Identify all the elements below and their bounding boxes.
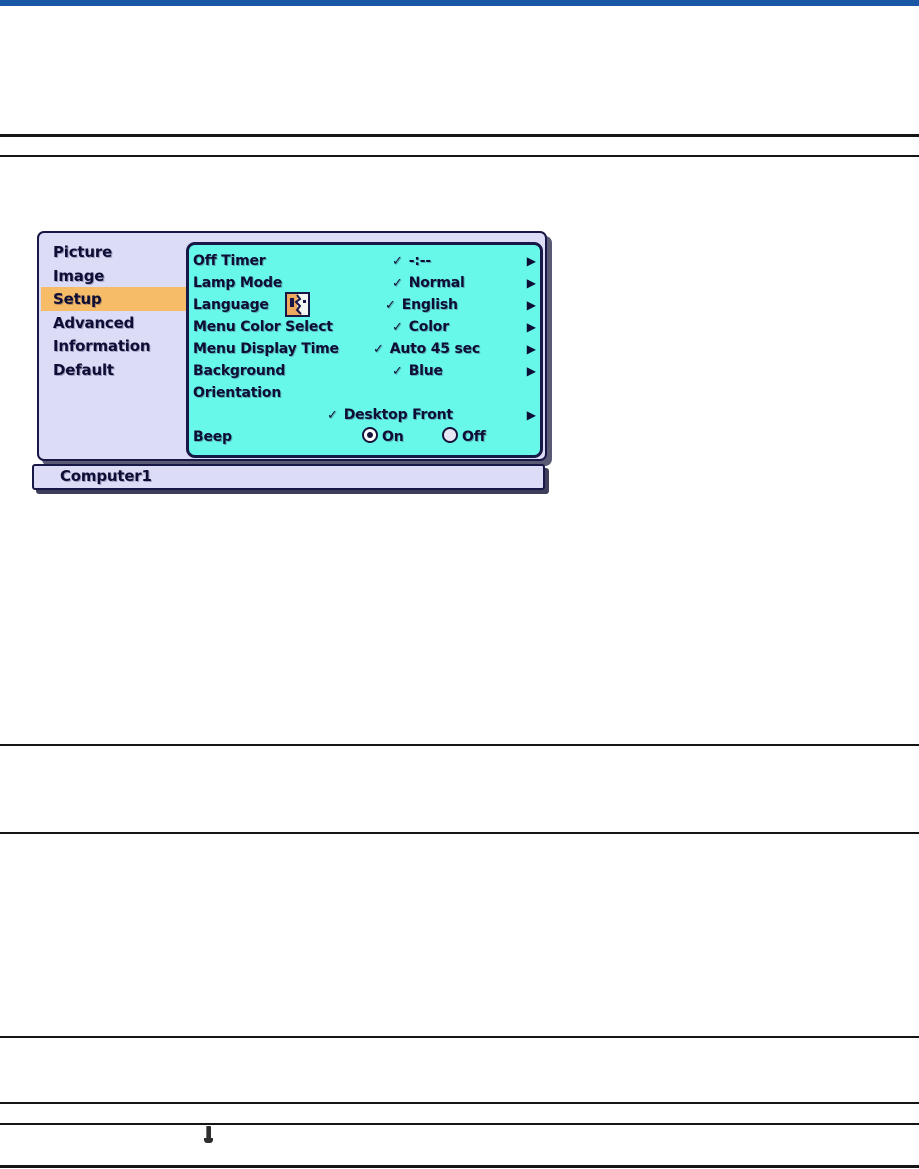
orientation-value: ✓ Desktop Front bbox=[327, 405, 453, 426]
horizontal-rule bbox=[0, 1123, 919, 1125]
menu-color-select-label: Menu Color Select bbox=[193, 319, 333, 335]
background-label: Background bbox=[193, 363, 286, 379]
chevron-right-icon: ▶ bbox=[526, 320, 536, 334]
chevron-right-icon: ▶ bbox=[526, 408, 536, 422]
beep-label: Beep bbox=[193, 429, 232, 445]
radio-on-icon bbox=[362, 427, 378, 443]
chevron-right-icon: ▶ bbox=[526, 364, 536, 378]
menu-row-orientation-value[interactable]: ✓ Desktop Front ▶ bbox=[189, 405, 540, 425]
page-top-accent-bar bbox=[0, 0, 919, 6]
sidebar-item-picture[interactable]: Picture bbox=[41, 240, 187, 264]
background-value: ✓ Blue bbox=[392, 361, 443, 382]
language-label: Language bbox=[193, 297, 269, 313]
osd-menu-window: Picture Image Setup Advanced Information… bbox=[37, 231, 547, 461]
pin-base bbox=[204, 1138, 213, 1143]
lamp-mode-label: Lamp Mode bbox=[193, 275, 283, 291]
check-icon: ✓ bbox=[327, 408, 338, 423]
sidebar-item-information[interactable]: Information bbox=[41, 334, 187, 358]
horizontal-rule bbox=[0, 832, 919, 834]
sidebar-item-advanced[interactable]: Advanced bbox=[41, 311, 187, 335]
check-icon: ✓ bbox=[392, 276, 403, 291]
menu-row-orientation[interactable]: Orientation bbox=[189, 383, 540, 403]
beep-on-radio[interactable]: On bbox=[362, 427, 404, 447]
sidebar-item-default[interactable]: Default bbox=[41, 358, 187, 382]
menu-row-off-timer[interactable]: Off Timer ✓ -:-- ▶ bbox=[189, 251, 540, 271]
menu-row-menu-display-time[interactable]: Menu Display Time ✓ Auto 45 sec ▶ bbox=[189, 339, 540, 359]
menu-row-lamp-mode[interactable]: Lamp Mode ✓ Normal ▶ bbox=[189, 273, 540, 293]
settings-panel: Off Timer ✓ -:-- ▶ Lamp Mode ✓ Normal ▶ La… bbox=[186, 242, 543, 458]
menu-display-time-label: Menu Display Time bbox=[193, 341, 339, 357]
check-icon: ✓ bbox=[392, 364, 403, 379]
manual-page: Picture Image Setup Advanced Information… bbox=[0, 0, 919, 1169]
chevron-right-icon: ▶ bbox=[526, 298, 536, 312]
lamp-mode-value: ✓ Normal bbox=[392, 273, 465, 294]
horizontal-rule bbox=[0, 134, 919, 137]
language-value: ✓ English bbox=[385, 295, 458, 316]
pin-icon bbox=[204, 1126, 214, 1144]
orientation-label: Orientation bbox=[193, 385, 282, 401]
beep-on-label: On bbox=[382, 429, 404, 445]
menu-color-select-value: ✓ Color bbox=[392, 317, 449, 338]
menu-display-time-value: ✓ Auto 45 sec bbox=[373, 339, 480, 360]
horizontal-rule bbox=[0, 155, 919, 157]
horizontal-rule bbox=[0, 1036, 919, 1038]
check-icon: ✓ bbox=[392, 254, 403, 269]
beep-off-radio[interactable]: Off bbox=[442, 427, 486, 447]
source-bar: Computer1 bbox=[32, 464, 545, 490]
menu-row-beep[interactable]: Beep On Off bbox=[189, 427, 540, 447]
check-icon: ✓ bbox=[392, 320, 403, 335]
menu-row-menu-color-select[interactable]: Menu Color Select ✓ Color ▶ bbox=[189, 317, 540, 337]
source-name: Computer1 bbox=[60, 467, 152, 485]
menu-row-language[interactable]: Language ✓ English ▶ bbox=[189, 295, 540, 315]
radio-off-icon bbox=[442, 427, 458, 443]
horizontal-rule bbox=[0, 1165, 919, 1168]
off-timer-value: ✓ -:-- bbox=[392, 251, 431, 272]
check-icon: ✓ bbox=[385, 298, 396, 313]
beep-off-label: Off bbox=[462, 429, 486, 445]
check-icon: ✓ bbox=[373, 342, 384, 357]
chevron-right-icon: ▶ bbox=[526, 342, 536, 356]
horizontal-rule bbox=[0, 744, 919, 746]
language-icon bbox=[285, 292, 310, 317]
sidebar-item-image[interactable]: Image bbox=[41, 264, 187, 288]
sidebar-item-setup[interactable]: Setup bbox=[41, 287, 187, 311]
horizontal-rule bbox=[0, 1102, 919, 1104]
chevron-right-icon: ▶ bbox=[526, 254, 536, 268]
off-timer-label: Off Timer bbox=[193, 253, 266, 269]
menu-row-background[interactable]: Background ✓ Blue ▶ bbox=[189, 361, 540, 381]
chevron-right-icon: ▶ bbox=[526, 276, 536, 290]
